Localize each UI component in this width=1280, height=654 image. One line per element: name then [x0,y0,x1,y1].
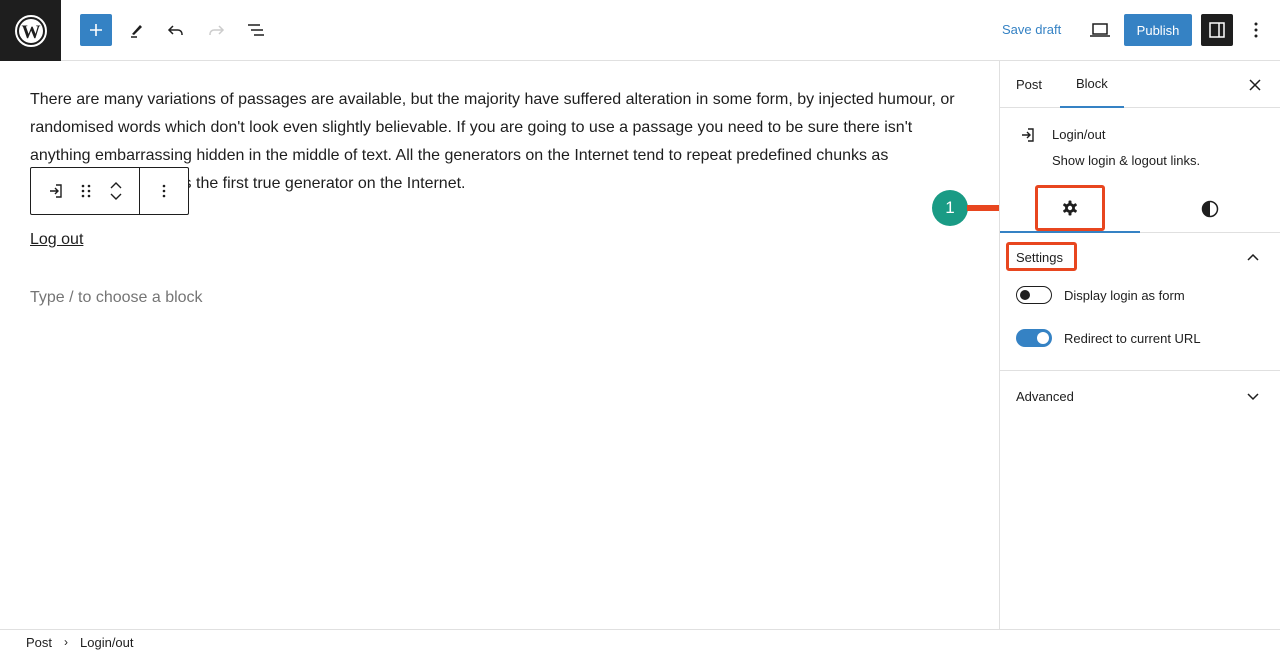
undo-icon [167,25,183,35]
settings-sidebar-button[interactable] [1201,14,1233,46]
sidebar-icon [1209,22,1225,38]
block-toolbar [30,167,189,215]
block-inserter-button[interactable] [80,14,112,46]
block-type-button[interactable] [41,168,71,214]
save-draft-button[interactable]: Save draft [1002,22,1061,37]
redo-button[interactable] [200,14,232,46]
settings-sidebar: Post Block Login/out Show login & logout… [999,61,1280,629]
editor-header: W Save draft Publish [0,0,1280,61]
tools-button[interactable] [120,14,152,46]
redirect-to-current-url-row: Redirect to current URL [1016,328,1201,348]
breadcrumb: Post › Login/out [0,629,1280,654]
redirect-to-current-url-label: Redirect to current URL [1064,330,1201,346]
block-card-description: Show login & logout links. [1052,153,1201,168]
login-icon [1022,128,1034,142]
close-sidebar-button[interactable] [1243,73,1267,97]
options-menu-button[interactable] [1240,14,1272,46]
block-options-button[interactable] [149,168,179,214]
svg-text:W: W [21,22,40,43]
logout-link[interactable]: Log out [30,231,83,249]
plus-icon [90,24,102,36]
settings-tab-highlight [1035,185,1105,231]
display-login-as-form-row: Display login as form [1016,285,1185,305]
chevron-up-icon [1241,245,1265,269]
move-buttons [101,168,131,214]
wordpress-icon: W [14,14,47,47]
block-toolbar-group [31,168,140,214]
move-up-icon[interactable] [110,181,122,189]
drag-handle[interactable] [71,168,101,214]
move-down-icon[interactable] [110,193,122,201]
drag-handle-icon [81,184,91,198]
block-card-title: Login/out [1052,127,1106,142]
advanced-panel-title: Advanced [1016,389,1074,404]
redirect-to-current-url-toggle[interactable] [1016,329,1052,347]
display-login-as-form-label: Display login as form [1064,287,1185,303]
undo-button[interactable] [160,14,192,46]
block-options-group [140,168,188,214]
sidebar-tabs: Post Block [1000,61,1280,108]
more-vertical-icon [1254,22,1258,38]
contrast-icon [1201,200,1219,218]
settings-title-highlight [1006,242,1077,271]
pencil-icon [131,25,142,38]
laptop-icon [1090,23,1110,37]
login-icon [50,184,62,198]
publish-button[interactable]: Publish [1124,14,1192,46]
editor-canvas: There are many variations of passages ar… [0,61,999,629]
tab-post[interactable]: Post [1000,61,1058,108]
block-appender-placeholder[interactable]: Type / to choose a block [30,289,203,307]
wordpress-logo[interactable]: W [0,0,61,61]
chevron-down-icon [1241,385,1265,409]
list-view-icon [248,24,264,36]
list-view-button[interactable] [240,14,272,46]
redo-icon [209,25,225,35]
breadcrumb-login-out[interactable]: Login/out [80,635,134,650]
close-icon [1249,79,1261,91]
tab-block[interactable]: Block [1060,61,1124,108]
breadcrumb-post[interactable]: Post [26,635,52,650]
display-login-as-form-toggle[interactable] [1016,286,1052,304]
chevron-right-icon: › [64,635,69,649]
preview-button[interactable] [1084,14,1116,46]
tab-block-styles[interactable] [1140,185,1280,233]
step-badge: 1 [932,190,968,226]
advanced-panel-toggle[interactable]: Advanced [1000,370,1280,420]
more-options-icon [162,184,166,198]
